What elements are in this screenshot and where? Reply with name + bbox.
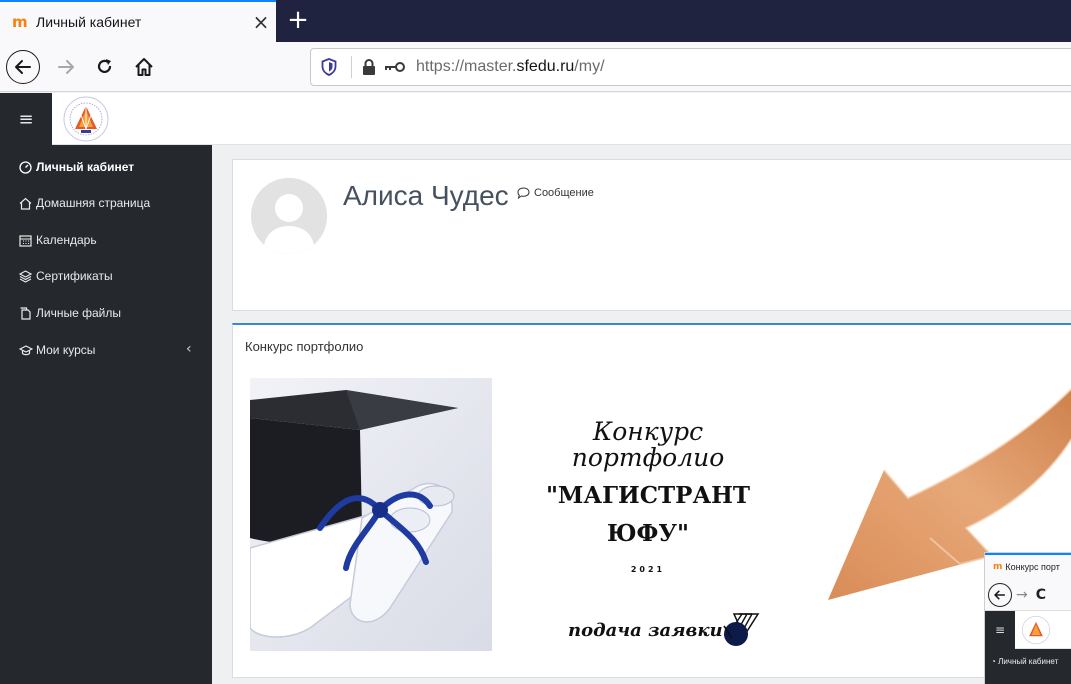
user-full-name: Алиса Чудес (343, 180, 509, 211)
avatar[interactable] (251, 178, 327, 254)
browser-tab-bar: m Личный кабинет × + (0, 0, 1071, 42)
university-logo-icon (1021, 615, 1051, 645)
moodle-favicon-icon: m (993, 562, 1003, 572)
url-text: https://master.sfedu.ru/my/ (416, 58, 605, 75)
browser-tab[interactable]: m Личный кабинет × (0, 0, 276, 42)
new-tab-button[interactable]: + (284, 6, 312, 34)
main-content: Алиса Чудес Сообщение Конкурс портфолио (212, 145, 1071, 684)
thumbnail-tab-title: Конкурс порт (1005, 562, 1060, 572)
home-button[interactable] (128, 51, 160, 83)
sidebar-item-label: Домашняя страница (36, 196, 151, 210)
thumbnail-sidebar-item: ◔ Личный кабинет (991, 657, 1059, 666)
home-icon (18, 196, 33, 211)
forward-button[interactable] (50, 51, 82, 83)
banner-line-1: Конкурс (592, 417, 704, 446)
sidebar-item-calendar[interactable]: Календарь (18, 230, 97, 250)
contest-banner[interactable]: Конкурс портфолио "МАГИСТРАНТ ЮФУ" 2021 … (250, 378, 1071, 653)
sidebar-item-label: Личные файлы (36, 306, 121, 320)
site-header: ≡ (0, 93, 1071, 145)
block-title: Конкурс портфолио (245, 339, 364, 354)
profile-header-card: Алиса Чудес Сообщение (232, 159, 1071, 311)
message-link[interactable]: Сообщение (517, 187, 594, 199)
sidebar-item-label: Календарь (36, 233, 97, 247)
banner-line-4: ЮФУ" (606, 520, 690, 547)
sidebar-item-private-files[interactable]: Личные файлы (18, 303, 121, 323)
thumbnail-header: ≡ (985, 611, 1071, 649)
sidebar-item-my-courses[interactable]: Мои курсы (18, 340, 95, 360)
calendar-icon (18, 233, 33, 248)
sidebar-item-label: Личный кабинет (36, 160, 135, 174)
screenshot-thumbnail: m Конкурс порт → C ≡ ◔ Личный кабинет (984, 552, 1071, 684)
lock-icon[interactable] (362, 58, 378, 76)
message-label: Сообщение (534, 187, 594, 199)
graduation-cap-icon (18, 343, 33, 358)
menu-toggle-button[interactable]: ≡ (0, 93, 52, 145)
arrow-right-icon (58, 60, 74, 74)
thumbnail-sidebar: ◔ Личный кабинет (985, 649, 1071, 684)
tracking-shield-icon[interactable] (321, 58, 339, 76)
menu-icon: ≡ (985, 611, 1015, 649)
moodle-favicon-icon: m (12, 13, 28, 31)
banner-text: Конкурс портфолио "МАГИСТРАНТ ЮФУ" 2021 (518, 418, 778, 574)
key-icon[interactable] (384, 60, 406, 74)
arrow-right-icon: → (1016, 586, 1028, 603)
graduation-photo-icon (250, 378, 492, 651)
sidebar-item-label: Сертификаты (36, 269, 113, 283)
cursor-click-icon (723, 613, 760, 646)
browser-nav-bar: https://master.sfedu.ru/my/ (0, 42, 1071, 92)
banner-line-3: "МАГИСТРАНТ (545, 482, 751, 509)
university-logo-icon[interactable] (62, 95, 110, 143)
back-button[interactable] (6, 50, 40, 84)
layers-icon (18, 269, 33, 284)
close-tab-icon[interactable]: × (246, 10, 276, 34)
sidebar-item-label: Мои курсы (36, 343, 96, 357)
apply-label: подача заявки (568, 620, 723, 641)
banner-year: 2021 (630, 565, 666, 574)
sidebar: Личный кабинет Домашняя страница Календа… (0, 145, 212, 684)
sidebar-item-home[interactable]: Домашняя страница (18, 193, 150, 213)
reload-button[interactable] (89, 51, 121, 83)
chevron-left-icon[interactable]: ‹ (186, 341, 192, 357)
arrow-left-icon (988, 582, 1012, 607)
sidebar-item-certificates[interactable]: Сертификаты (18, 266, 113, 286)
address-bar[interactable]: https://master.sfedu.ru/my/ (310, 48, 1071, 86)
speech-bubble-icon (517, 187, 530, 199)
reload-icon: C (1035, 586, 1047, 603)
thumbnail-tab: m Конкурс порт (985, 553, 1071, 579)
reload-icon (97, 59, 112, 74)
banner-line-2: портфолио (571, 443, 725, 472)
portfolio-contest-block: Конкурс портфолио Конкурс портфолио "МАГ… (232, 323, 1071, 678)
file-icon (18, 306, 33, 321)
dashboard-icon (18, 160, 33, 175)
sidebar-item-dashboard[interactable]: Личный кабинет (18, 157, 134, 177)
url-separator (351, 56, 352, 78)
arrow-left-icon (15, 60, 31, 74)
thumbnail-nav: → C (985, 579, 1071, 611)
tab-title: Личный кабинет (36, 14, 142, 30)
home-icon (135, 58, 153, 76)
